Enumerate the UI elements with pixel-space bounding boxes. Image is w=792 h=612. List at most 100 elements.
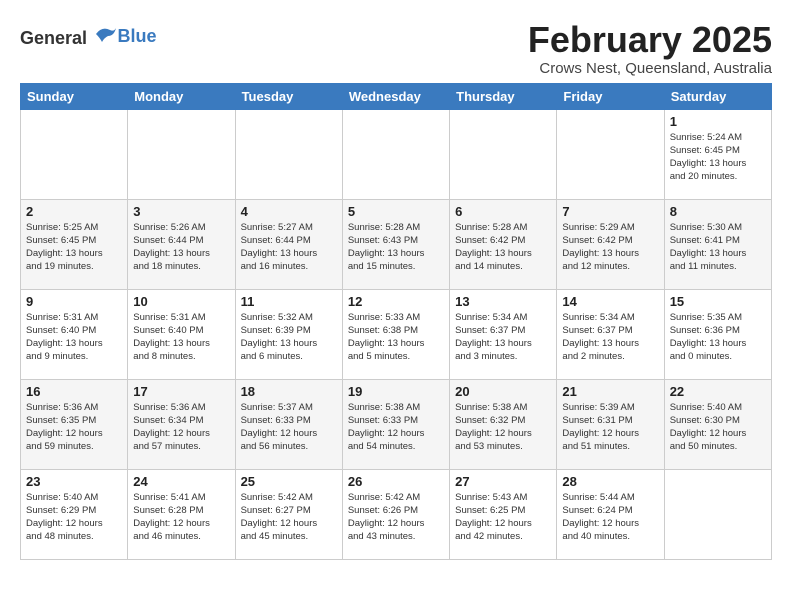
day-number: 16 bbox=[26, 384, 122, 399]
day-cell: 20 Sunrise: 5:38 AM Sunset: 6:32 PM Dayli… bbox=[450, 379, 557, 469]
day-detail: Sunrise: 5:30 AM Sunset: 6:41 PM Dayligh… bbox=[670, 221, 766, 274]
day-number: 20 bbox=[455, 384, 551, 399]
day-cell: 9Sunrise: 5:31 AM Sunset: 6:40 PM Daylig… bbox=[21, 289, 128, 379]
day-cell: 27 Sunrise: 5:43 AM Sunset: 6:25 PM Dayli… bbox=[450, 469, 557, 559]
day-cell bbox=[128, 109, 235, 199]
col-header-friday: Friday bbox=[557, 83, 664, 109]
day-detail: Sunrise: 5:38 AM Sunset: 6:32 PM Dayligh… bbox=[455, 401, 551, 454]
day-cell: 23Sunrise: 5:40 AM Sunset: 6:29 PM Dayli… bbox=[21, 469, 128, 559]
day-number: 15 bbox=[670, 294, 766, 309]
day-detail: Sunrise: 5:26 AM Sunset: 6:44 PM Dayligh… bbox=[133, 221, 229, 274]
week-row-3: 9 Sunrise: 5:31 AM Sunset: 6:40 PM Daylig… bbox=[21, 289, 772, 379]
day-detail: Sunrise: 5:40 AM Sunset: 6:30 PM Dayligh… bbox=[670, 401, 766, 454]
day-number: 3 bbox=[133, 204, 229, 219]
day-cell: 14 Sunrise: 5:34 AM Sunset: 6:37 PM Dayli… bbox=[557, 289, 664, 379]
day-number: 21 bbox=[562, 384, 658, 399]
day-detail: Sunrise: 5:27 AM Sunset: 6:44 PM Dayligh… bbox=[241, 221, 337, 274]
col-header-sunday: Sunday bbox=[21, 83, 128, 109]
day-number: 7 bbox=[562, 204, 658, 219]
day-cell: 5Sunrise: 5:28 AM Sunset: 6:43 PM Daylig… bbox=[342, 199, 449, 289]
day-number: 6 bbox=[455, 204, 551, 219]
logo-bird-icon bbox=[94, 24, 118, 44]
day-cell bbox=[21, 109, 128, 199]
title-block: February 2025 Crows Nest, Queensland, Au… bbox=[528, 20, 772, 77]
day-cell: 11Sunrise: 5:32 AM Sunset: 6:39 PM Dayli… bbox=[235, 289, 342, 379]
day-cell: 25 Sunrise: 5:42 AM Sunset: 6:27 PM Dayli… bbox=[235, 469, 342, 559]
day-cell bbox=[235, 109, 342, 199]
day-number: 12 bbox=[348, 294, 444, 309]
day-detail: Sunrise: 5:28 AM Sunset: 6:42 PM Dayligh… bbox=[455, 221, 551, 274]
day-detail: Sunrise: 5:33 AM Sunset: 6:38 PM Dayligh… bbox=[348, 311, 444, 364]
col-header-saturday: Saturday bbox=[664, 83, 771, 109]
day-number: 27 bbox=[455, 474, 551, 489]
day-cell: 6 Sunrise: 5:28 AM Sunset: 6:42 PM Daylig… bbox=[450, 199, 557, 289]
day-cell: 18Sunrise: 5:37 AM Sunset: 6:33 PM Dayli… bbox=[235, 379, 342, 469]
day-number: 22 bbox=[670, 384, 766, 399]
logo-text-general: General bbox=[20, 28, 87, 48]
calendar-header-row: SundayMondayTuesdayWednesdayThursdayFrid… bbox=[21, 83, 772, 109]
week-row-1: 1Sunrise: 5:24 AM Sunset: 6:45 PM Daylig… bbox=[21, 109, 772, 199]
month-title: February 2025 bbox=[528, 20, 772, 60]
day-cell bbox=[557, 109, 664, 199]
day-cell bbox=[342, 109, 449, 199]
day-number: 13 bbox=[455, 294, 551, 309]
col-header-tuesday: Tuesday bbox=[235, 83, 342, 109]
day-number: 26 bbox=[348, 474, 444, 489]
day-detail: Sunrise: 5:38 AM Sunset: 6:33 PM Dayligh… bbox=[348, 401, 444, 454]
page-header: General Blue February 2025 Crows Nest, Q… bbox=[20, 20, 772, 77]
calendar-body: 1Sunrise: 5:24 AM Sunset: 6:45 PM Daylig… bbox=[21, 109, 772, 559]
day-cell: 19 Sunrise: 5:38 AM Sunset: 6:33 PM Dayli… bbox=[342, 379, 449, 469]
day-detail: Sunrise: 5:42 AM Sunset: 6:26 PM Dayligh… bbox=[348, 491, 444, 544]
day-detail: Sunrise: 5:36 AM Sunset: 6:35 PM Dayligh… bbox=[26, 401, 122, 454]
col-header-monday: Monday bbox=[128, 83, 235, 109]
day-number: 18 bbox=[241, 384, 337, 399]
day-detail: Sunrise: 5:25 AM Sunset: 6:45 PM Dayligh… bbox=[26, 221, 122, 274]
day-detail: Sunrise: 5:35 AM Sunset: 6:36 PM Dayligh… bbox=[670, 311, 766, 364]
day-cell: 10 Sunrise: 5:31 AM Sunset: 6:40 PM Dayli… bbox=[128, 289, 235, 379]
day-number: 19 bbox=[348, 384, 444, 399]
day-number: 24 bbox=[133, 474, 229, 489]
week-row-5: 23Sunrise: 5:40 AM Sunset: 6:29 PM Dayli… bbox=[21, 469, 772, 559]
week-row-2: 2Sunrise: 5:25 AM Sunset: 6:45 PM Daylig… bbox=[21, 199, 772, 289]
logo: General Blue bbox=[20, 24, 157, 49]
day-cell: 3 Sunrise: 5:26 AM Sunset: 6:44 PM Daylig… bbox=[128, 199, 235, 289]
col-header-wednesday: Wednesday bbox=[342, 83, 449, 109]
day-cell: 21 Sunrise: 5:39 AM Sunset: 6:31 PM Dayli… bbox=[557, 379, 664, 469]
day-detail: Sunrise: 5:28 AM Sunset: 6:43 PM Dayligh… bbox=[348, 221, 444, 274]
day-detail: Sunrise: 5:31 AM Sunset: 6:40 PM Dayligh… bbox=[133, 311, 229, 364]
day-cell: 13 Sunrise: 5:34 AM Sunset: 6:37 PM Dayli… bbox=[450, 289, 557, 379]
day-detail: Sunrise: 5:44 AM Sunset: 6:24 PM Dayligh… bbox=[562, 491, 658, 544]
day-detail: Sunrise: 5:34 AM Sunset: 6:37 PM Dayligh… bbox=[455, 311, 551, 364]
day-detail: Sunrise: 5:41 AM Sunset: 6:28 PM Dayligh… bbox=[133, 491, 229, 544]
location: Crows Nest, Queensland, Australia bbox=[528, 60, 772, 77]
day-detail: Sunrise: 5:29 AM Sunset: 6:42 PM Dayligh… bbox=[562, 221, 658, 274]
day-cell: 7 Sunrise: 5:29 AM Sunset: 6:42 PM Daylig… bbox=[557, 199, 664, 289]
day-number: 25 bbox=[241, 474, 337, 489]
day-number: 10 bbox=[133, 294, 229, 309]
day-number: 14 bbox=[562, 294, 658, 309]
day-cell: 24 Sunrise: 5:41 AM Sunset: 6:28 PM Dayli… bbox=[128, 469, 235, 559]
day-cell: 17Sunrise: 5:36 AM Sunset: 6:34 PM Dayli… bbox=[128, 379, 235, 469]
day-number: 17 bbox=[133, 384, 229, 399]
day-detail: Sunrise: 5:24 AM Sunset: 6:45 PM Dayligh… bbox=[670, 131, 766, 184]
day-cell: 4 Sunrise: 5:27 AM Sunset: 6:44 PM Daylig… bbox=[235, 199, 342, 289]
week-row-4: 16 Sunrise: 5:36 AM Sunset: 6:35 PM Dayli… bbox=[21, 379, 772, 469]
day-cell: 8 Sunrise: 5:30 AM Sunset: 6:41 PM Daylig… bbox=[664, 199, 771, 289]
day-cell bbox=[450, 109, 557, 199]
day-number: 11 bbox=[241, 294, 337, 309]
calendar-table: SundayMondayTuesdayWednesdayThursdayFrid… bbox=[20, 83, 772, 560]
day-number: 8 bbox=[670, 204, 766, 219]
day-cell: 16 Sunrise: 5:36 AM Sunset: 6:35 PM Dayli… bbox=[21, 379, 128, 469]
day-detail: Sunrise: 5:43 AM Sunset: 6:25 PM Dayligh… bbox=[455, 491, 551, 544]
logo-text-blue: Blue bbox=[118, 26, 157, 46]
day-detail: Sunrise: 5:34 AM Sunset: 6:37 PM Dayligh… bbox=[562, 311, 658, 364]
day-cell bbox=[664, 469, 771, 559]
day-number: 23 bbox=[26, 474, 122, 489]
day-number: 9 bbox=[26, 294, 122, 309]
day-cell: 26 Sunrise: 5:42 AM Sunset: 6:26 PM Dayli… bbox=[342, 469, 449, 559]
day-number: 28 bbox=[562, 474, 658, 489]
day-number: 4 bbox=[241, 204, 337, 219]
day-detail: Sunrise: 5:42 AM Sunset: 6:27 PM Dayligh… bbox=[241, 491, 337, 544]
day-detail: Sunrise: 5:39 AM Sunset: 6:31 PM Dayligh… bbox=[562, 401, 658, 454]
col-header-thursday: Thursday bbox=[450, 83, 557, 109]
